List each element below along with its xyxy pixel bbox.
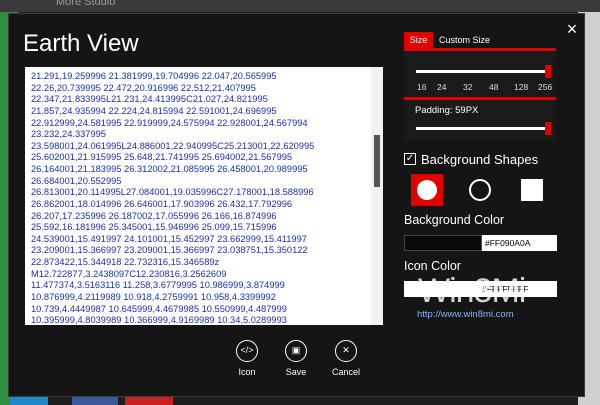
shape-filled-circle-button[interactable]	[411, 174, 443, 206]
watermark-url: http://www.win8mi.com	[417, 309, 514, 320]
padding-label: Padding: 59PX	[415, 105, 479, 116]
scrollbar-track[interactable]	[371, 67, 383, 325]
dialog-title: Earth View	[23, 30, 139, 57]
shape-square-button[interactable]	[516, 174, 548, 206]
coordinate-line: 22.912999,24.581995 22.919999,24.575994 …	[31, 117, 308, 128]
background-shapes-label: Background Shapes	[421, 152, 539, 167]
coordinate-line: 23.232,24.337995	[31, 129, 106, 140]
icon-action-label: Icon	[238, 367, 256, 377]
coordinate-line: 26.164001,21.183995 26.312002,21.085995 …	[31, 164, 308, 174]
cancel-button[interactable]: ✕ Cancel	[326, 340, 366, 377]
coordinate-line: 26.207,17.235996 26.187002,17.055996 26.…	[31, 210, 277, 221]
tab-custom-size[interactable]: Custom Size	[439, 32, 490, 49]
size-slider-box	[404, 51, 556, 96]
close-button[interactable]: ×	[562, 18, 582, 40]
size-tick-24: 24	[437, 82, 447, 92]
coordinate-line: 21.291,19.259996 21.381999,19.704996 22.…	[31, 71, 277, 81]
coordinate-line: 24.539001,15.491997 24.101001,15.452997 …	[31, 233, 307, 244]
coordinate-line: 26.684001,20.552995	[31, 175, 122, 186]
shape-outline-circle-button[interactable]	[464, 174, 496, 206]
size-slider-track[interactable]	[416, 70, 549, 73]
background-color-label: Background Color	[404, 213, 505, 227]
outline-circle-icon	[469, 179, 491, 201]
coordinate-line: 22.26,20.739995 22.472,20.916996 22.512,…	[31, 82, 256, 93]
filled-circle-icon	[417, 180, 437, 200]
background-color-swatch[interactable]	[404, 235, 482, 251]
background-app-title: More Studio	[56, 0, 116, 8]
watermark-brand: Win8Mi	[418, 272, 526, 310]
coordinate-line: 26.813001,20.114995L27.084001,19.035996C…	[31, 187, 314, 198]
save-button[interactable]: ▣ Save	[276, 340, 316, 377]
background-titlebar: More Studio	[0, 0, 600, 12]
code-icon: </>	[236, 340, 258, 362]
coordinate-line: 10.739,4.4449987 10.645999,4.4679985 10.…	[31, 303, 287, 314]
coordinates-text-panel[interactable]: 21.291,19.259996 21.381999,19.704996 22.…	[25, 67, 383, 325]
padding-slider-thumb[interactable]	[545, 122, 551, 135]
coordinate-line: 23.209001,15.366997 23.209001,15.366997 …	[31, 245, 308, 256]
coordinate-line: M12.722877,3.2438097C12.230816,3.2562609	[31, 268, 227, 279]
padding-slider-track[interactable]	[416, 127, 549, 130]
background-shapes-checkbox[interactable]: ✓	[404, 153, 416, 165]
size-slider-thumb[interactable]	[545, 65, 551, 78]
size-tick-48: 48	[489, 82, 499, 92]
coordinate-line: 22.347,21.833995L21.231,24.413995C21.027…	[31, 94, 268, 105]
size-tick-32: 32	[463, 82, 473, 92]
size-tick-16: 16	[417, 82, 427, 92]
scrollbar-thumb[interactable]	[374, 135, 380, 187]
coordinate-line: 22.873422,15.344918 22.732316,15.346589z	[31, 257, 220, 267]
coordinate-line: 11.477374,3.5163116 11.258,3.6779995 10.…	[31, 280, 285, 291]
coordinates-text: 21.291,19.259996 21.381999,19.704996 22.…	[31, 71, 371, 325]
cancel-icon: ✕	[335, 340, 357, 362]
size-tick-128: 128	[514, 82, 529, 92]
icon-action-button[interactable]: </> Icon	[227, 340, 267, 377]
cancel-label: Cancel	[331, 367, 360, 377]
background-color-input[interactable]: #FF090A0A	[482, 235, 557, 251]
coordinate-line: 26.862001,18.014996 26.646001,17.903996 …	[31, 198, 293, 209]
size-tabs: Size Custom Size	[404, 32, 556, 49]
coordinate-line: 10.876999,4.2119989 10.918,4.2759991 10.…	[31, 291, 276, 302]
coordinate-line: 25.602001,21.915995 25.648,21.741995 25.…	[31, 152, 293, 163]
coordinate-line: 21.857,24.935994 22.224,24.815994 22.591…	[31, 105, 277, 116]
coordinate-line: 25.592,16.181996 25.345001,15.946996 25.…	[31, 222, 277, 233]
square-icon	[521, 179, 543, 201]
size-tick-256: 256	[538, 82, 553, 92]
coordinate-line: 10.395999,4.8039989 10.366999,4.9169989 …	[31, 315, 287, 325]
save-label: Save	[285, 367, 307, 377]
icon-color-label: Icon Color	[404, 259, 461, 273]
coordinate-line: 23.598001,24.061995L24.886001,22.940995C…	[31, 140, 315, 151]
save-icon: ▣	[285, 340, 307, 362]
tab-size[interactable]: Size	[404, 32, 433, 49]
